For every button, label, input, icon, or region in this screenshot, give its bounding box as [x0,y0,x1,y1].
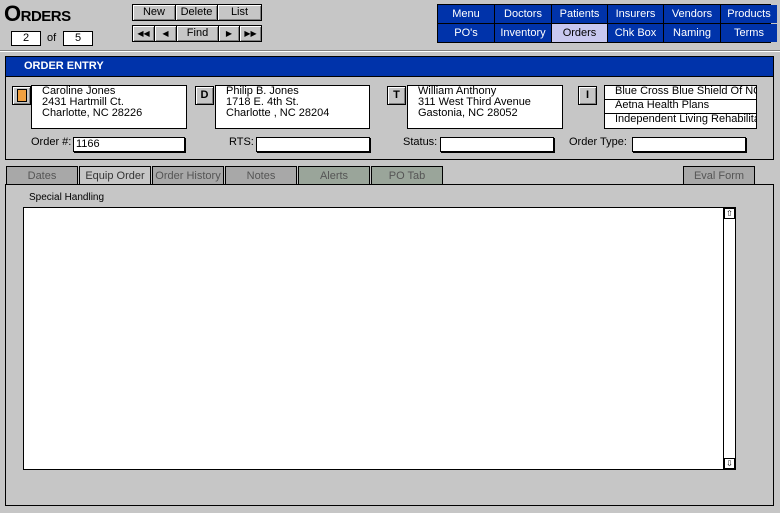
special-handling-textarea[interactable]: ⇧ ⇩ [23,207,736,470]
doctor-button[interactable]: D [195,86,214,105]
nav-insurers[interactable]: Insurers [608,5,663,23]
nav-vendors[interactable]: Vendors [664,5,720,23]
insurance-item[interactable]: Blue Cross Blue Shield Of NC [605,86,756,100]
special-handling-label: Special Handling [29,192,105,203]
nav-doctors[interactable]: Doctors [495,5,551,23]
last-record-button[interactable]: ▶▶ [239,25,262,42]
record-of-label: of [47,32,57,44]
rts-field[interactable] [256,137,370,152]
first-record-button[interactable]: ◀◀ [132,25,155,42]
nav-pos[interactable]: PO's [438,24,494,42]
total-records-field: 5 [63,31,93,46]
order-type-field[interactable] [632,137,746,152]
patient-button[interactable] [12,86,31,105]
insurance-button[interactable]: I [578,86,597,105]
order-entry-header: ORDER ENTRY [6,57,773,77]
rts-label: RTS: [229,136,254,148]
main-nav: Menu Doctors Patients Insurers Vendors P… [437,4,777,43]
therapist-address: William Anthony 311 West Third Avenue Ga… [407,85,563,129]
delete-button[interactable]: Delete [175,4,218,21]
status-label: Status: [403,136,438,148]
tab-po-tab[interactable]: PO Tab [371,166,443,185]
vertical-scrollbar[interactable]: ⇧ ⇩ [723,208,735,469]
therapist-button[interactable]: T [387,86,406,105]
order-type-label: Order Type: [569,136,627,148]
tab-order-history[interactable]: Order History [152,166,224,185]
nav-naming[interactable]: Naming [664,24,720,42]
tab-dates[interactable]: Dates [6,166,78,185]
header-divider [0,50,780,52]
doctor-city: Charlotte , NC 28204 [226,107,330,119]
tab-alerts[interactable]: Alerts [298,166,370,185]
patient-card-icon [16,89,27,102]
new-button[interactable]: New [132,4,176,21]
order-number-label: Order #: [31,136,72,148]
tab-equip-order[interactable]: Equip Order [79,166,151,185]
order-entry-panel: ORDER ENTRY Caroline Jones 2431 Hartmill… [5,56,774,160]
tab-eval-form[interactable]: Eval Form [683,166,755,185]
next-record-button[interactable]: ▶ [218,25,240,42]
insurance-item[interactable]: Independent Living Rehabilitation Progra… [605,114,756,128]
patient-city: Charlotte, NC 28226 [42,107,143,119]
nav-chk-box[interactable]: Chk Box [608,24,663,42]
therapist-city: Gastonia, NC 28052 [418,107,518,119]
doctor-address: Philip B. Jones 1718 E. 4th St. Charlott… [215,85,370,129]
scroll-down-arrow-icon[interactable]: ⇩ [724,458,735,469]
nav-products[interactable]: Products [721,5,777,23]
nav-patients[interactable]: Patients [552,5,607,23]
nav-menu[interactable]: Menu [438,5,494,23]
nav-inventory[interactable]: Inventory [495,24,551,42]
page-title: Orders [4,1,71,26]
scroll-up-arrow-icon[interactable]: ⇧ [724,208,735,219]
nav-orders[interactable]: Orders [552,24,607,42]
order-number-field[interactable]: 1166 [73,137,185,152]
status-field[interactable] [440,137,554,152]
tab-notes[interactable]: Notes [225,166,297,185]
current-record-field[interactable]: 2 [11,31,41,46]
list-button[interactable]: List [217,4,262,21]
insurance-list: Blue Cross Blue Shield Of NC Aetna Healt… [604,85,757,129]
prev-record-button[interactable]: ◀ [154,25,177,42]
nav-terms[interactable]: Terms [721,24,777,42]
insurance-item[interactable]: Aetna Health Plans [605,100,756,114]
patient-address: Caroline Jones 2431 Hartmill Ct. Charlot… [31,85,187,129]
find-button[interactable]: Find [176,25,219,42]
